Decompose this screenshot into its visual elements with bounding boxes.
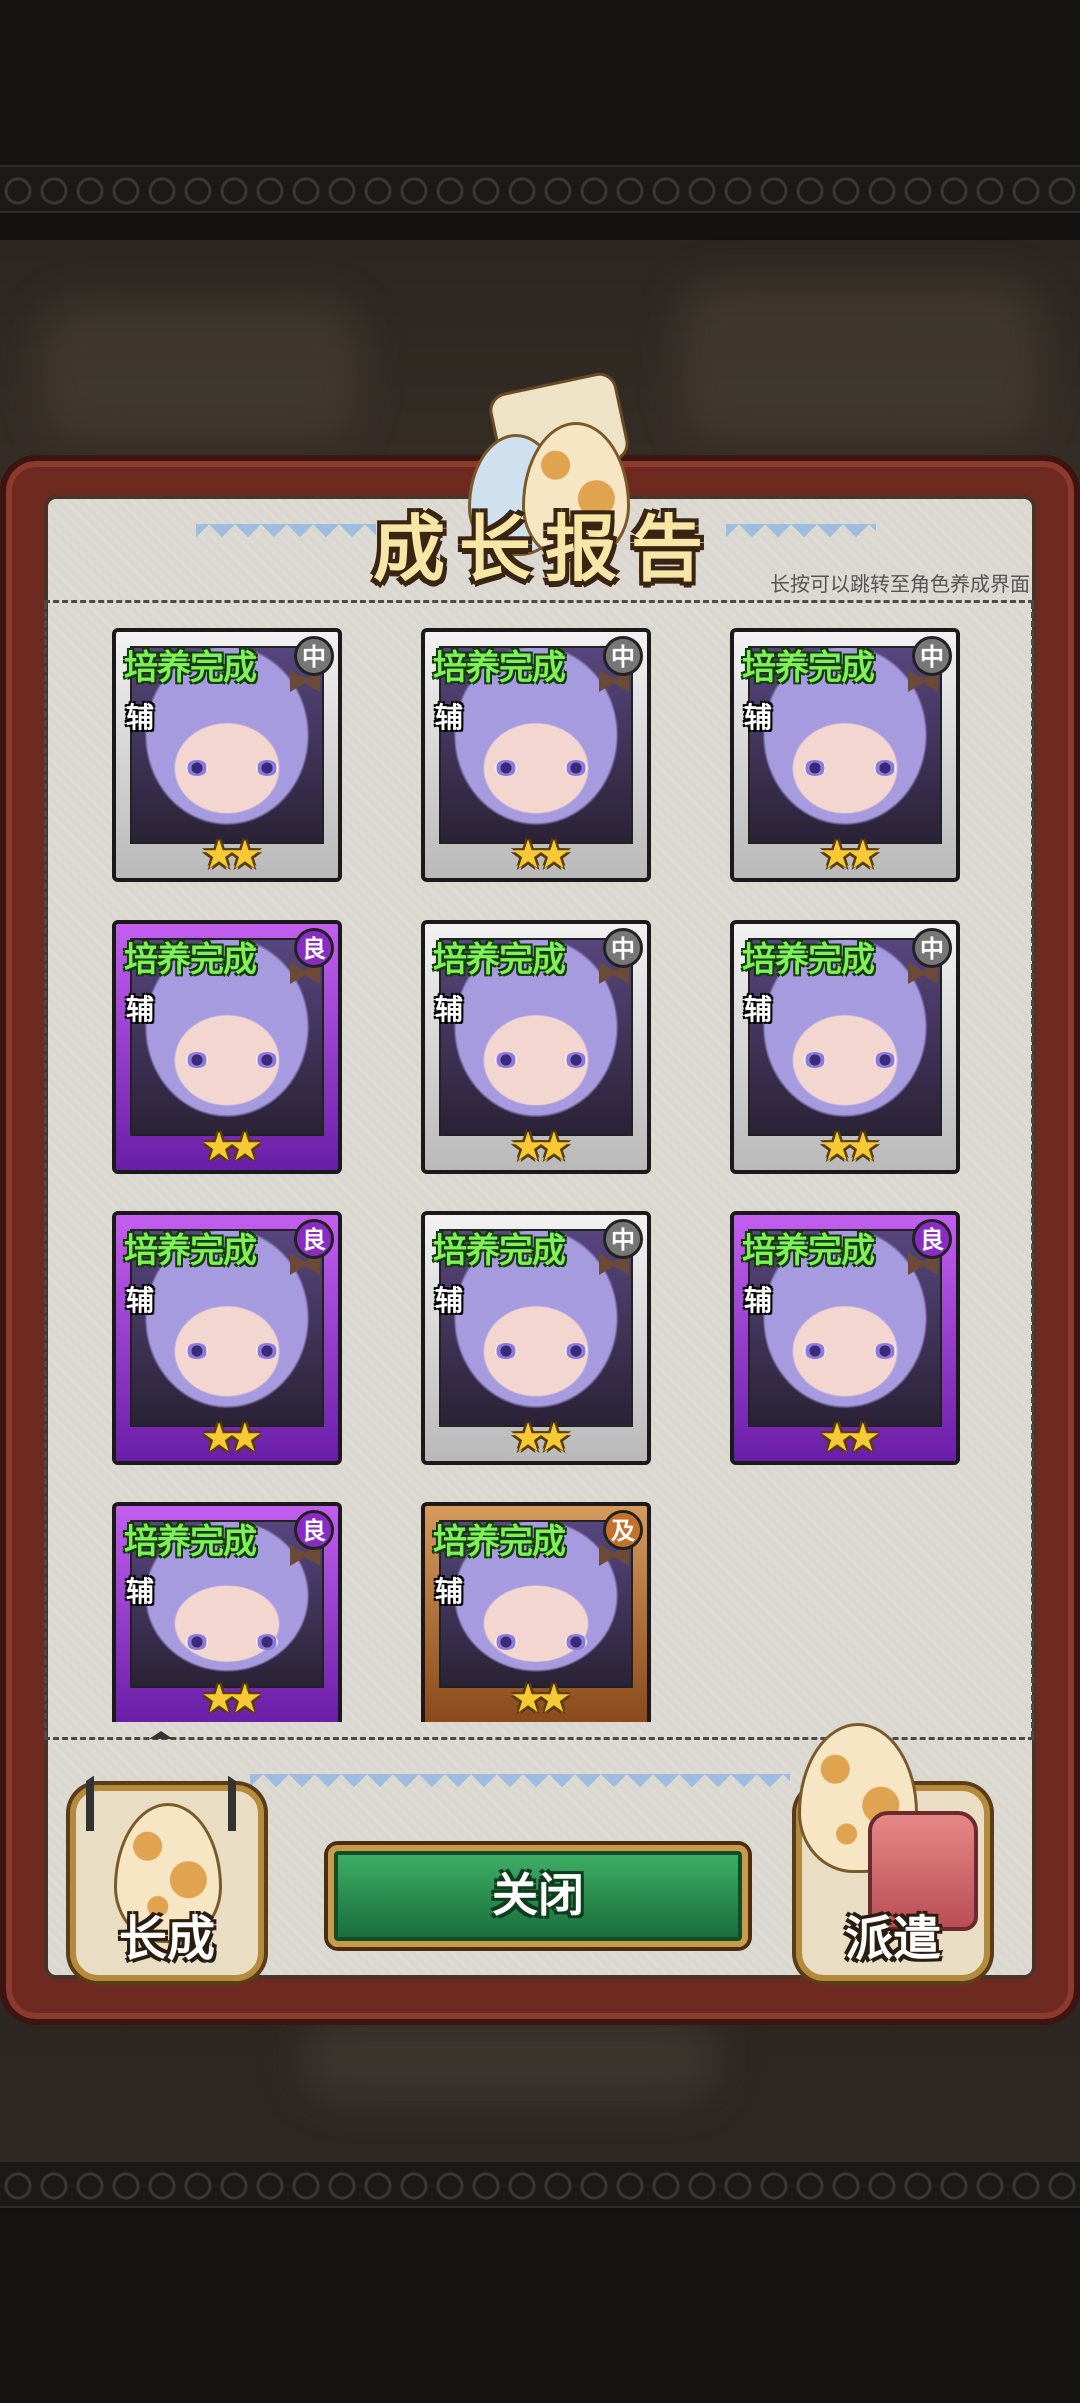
character-card[interactable]: 培养完成 辅 中 ★★ [421, 1211, 651, 1465]
grade-badge: 中 [294, 636, 334, 676]
card-status: 培养完成 [433, 1522, 566, 1562]
grade-badge: 中 [603, 1219, 643, 1259]
card-status: 培养完成 [124, 940, 257, 980]
grade-badge: 良 [294, 928, 334, 968]
dispatch-label: 派遣 [844, 1911, 941, 1967]
role-tag: 辅 [435, 1575, 464, 1608]
character-card[interactable]: 培养完成 辅 良 ★★ [112, 1211, 342, 1465]
grade-badge: 中 [603, 636, 643, 676]
character-card[interactable]: 培养完成 辅 中 ★★ [421, 628, 651, 882]
star-rating: ★★ [819, 1415, 881, 1461]
card-status: 培养完成 [124, 1231, 257, 1271]
character-card[interactable]: 培养完成 辅 良 ★★ [730, 1211, 960, 1465]
role-tag: 辅 [744, 993, 773, 1026]
grade-badge: 良 [912, 1219, 952, 1259]
grade-badge: 中 [912, 928, 952, 968]
close-button[interactable]: 关闭 [328, 1845, 748, 1947]
character-card[interactable]: 培养完成 辅 良 ★★ [112, 920, 342, 1174]
role-tag: 辅 [435, 701, 464, 734]
bottom-bar [0, 2212, 1080, 2403]
character-card[interactable]: 培养完成 辅 及 ★★ [421, 1502, 651, 1722]
card-status: 培养完成 [433, 648, 566, 688]
role-tag: 辅 [435, 993, 464, 1026]
decor-zigzag [250, 1774, 790, 1800]
grow-label: 长成 [118, 1911, 215, 1967]
star-rating: ★★ [201, 832, 263, 878]
character-card[interactable]: 培养完成 辅 中 ★★ [112, 628, 342, 882]
star-rating: ★★ [819, 832, 881, 878]
role-tag: 辅 [126, 701, 155, 734]
grow-button[interactable]: 长成 [70, 1731, 264, 1981]
decorative-band-top [0, 165, 1080, 213]
card-status: 培养完成 [433, 1231, 566, 1271]
grade-badge: 良 [294, 1510, 334, 1550]
star-rating: ★★ [510, 1676, 572, 1722]
dispatch-button[interactable]: 派遣 [796, 1723, 990, 1981]
role-tag: 辅 [126, 1575, 155, 1608]
card-status: 培养完成 [742, 1231, 875, 1271]
grade-badge: 良 [294, 1219, 334, 1259]
star-rating: ★★ [510, 832, 572, 878]
character-card[interactable]: 培养完成 辅 中 ★★ [730, 920, 960, 1174]
grade-badge: 及 [603, 1510, 643, 1550]
top-bar [0, 0, 1080, 165]
card-status: 培养完成 [742, 648, 875, 688]
star-rating: ★★ [510, 1415, 572, 1461]
grade-badge: 中 [912, 636, 952, 676]
role-tag: 辅 [435, 1284, 464, 1317]
star-rating: ★★ [510, 1124, 572, 1170]
star-rating: ★★ [201, 1676, 263, 1722]
star-rating: ★★ [819, 1124, 881, 1170]
decor-zigzag [726, 524, 876, 550]
character-card[interactable]: 培养完成 辅 良 ★★ [112, 1502, 342, 1722]
long-press-hint: 长按可以跳转至角色养成界面 [770, 572, 1030, 596]
star-rating: ★★ [201, 1415, 263, 1461]
card-status: 培养完成 [433, 940, 566, 980]
card-status: 培养完成 [742, 940, 875, 980]
decorative-band-bottom [0, 2160, 1080, 2208]
role-tag: 辅 [126, 993, 155, 1026]
character-card[interactable]: 培养完成 辅 中 ★★ [421, 920, 651, 1174]
role-tag: 辅 [126, 1284, 155, 1317]
role-tag: 辅 [744, 1284, 773, 1317]
card-status: 培养完成 [124, 648, 257, 688]
card-status: 培养完成 [124, 1522, 257, 1562]
role-tag: 辅 [744, 701, 773, 734]
character-card[interactable]: 培养完成 辅 中 ★★ [730, 628, 960, 882]
star-rating: ★★ [201, 1124, 263, 1170]
decor-zigzag [196, 524, 376, 550]
grade-badge: 中 [603, 928, 643, 968]
page-title: 成长报告 [372, 507, 717, 591]
